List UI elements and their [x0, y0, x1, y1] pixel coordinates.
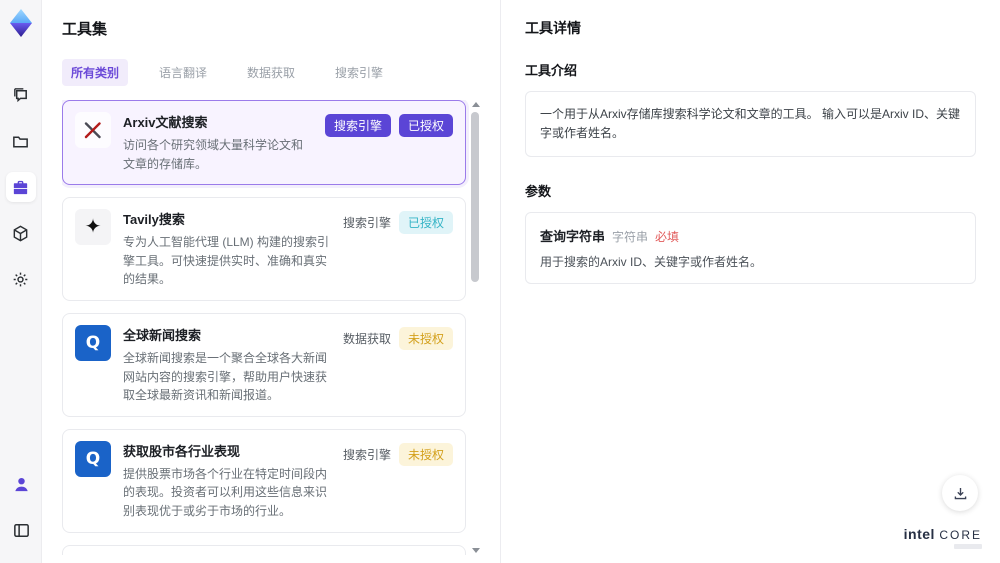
tavily-star-icon: ✦ — [75, 209, 111, 246]
category-label: 搜索引擎 — [342, 447, 391, 462]
auth-status-badge: 已授权 — [398, 114, 453, 137]
category-tabs: 所有类别 语言翻译 数据获取 搜索引擎 — [62, 59, 480, 86]
tool-name: Arxiv文献搜索 — [123, 115, 208, 130]
tool-name: Tavily搜索 — [123, 212, 185, 228]
user-icon[interactable] — [6, 469, 36, 499]
tool-detail-panel: 工具详情 工具介绍 一个用于从Arxiv存储库搜索科学论文和文章的工具。 输入可… — [500, 0, 1000, 563]
scroll-down-arrow[interactable] — [472, 548, 480, 553]
panel-toggle-icon[interactable] — [6, 515, 36, 545]
app-logo-icon — [9, 9, 32, 37]
tool-list: Arxiv文献搜索 访问各个研究领域大量科学论文和文章的存储库。 搜索引擎 已授… — [62, 100, 480, 555]
tool-card-sector-performance[interactable]: Q 获取股市各行业表现 提供股票市场各个行业在特定时间段内的表现。投资者可以利用… — [62, 428, 466, 533]
tool-description: 提供股票市场各个行业在特定时间段内的表现。投资者可以利用这些信息来识别表现优于或… — [123, 466, 328, 518]
briefcase-icon[interactable] — [5, 172, 36, 202]
arxiv-logo-icon — [75, 112, 111, 148]
tool-intro-text: 一个用于从Arxiv存储库搜索科学论文和文章的工具。 输入可以是Arxiv ID… — [525, 91, 976, 158]
icon-rail — [0, 0, 42, 563]
category-label: 搜索引擎 — [342, 216, 391, 231]
chat-icon[interactable] — [6, 80, 36, 110]
intro-heading: 工具介绍 — [525, 63, 578, 78]
intel-core-underbar — [954, 544, 982, 549]
tool-card-global-news[interactable]: Q 全球新闻搜索 全球新闻搜索是一个聚合全球各大新闻网站内容的搜索引擎，帮助用户… — [62, 312, 466, 417]
category-label: 数据获取 — [342, 331, 391, 346]
scroll-up-arrow[interactable] — [472, 102, 480, 107]
cube-icon[interactable] — [6, 218, 36, 248]
stock-q-icon: Q — [75, 440, 111, 477]
news-q-icon: Q — [75, 324, 111, 361]
tool-name: 获取股市各行业表现 — [123, 443, 241, 459]
download-button[interactable] — [942, 475, 978, 511]
page-title: 工具集 — [62, 21, 108, 38]
auth-status-badge: 未授权 — [398, 326, 453, 350]
param-type: 字符串 — [612, 230, 649, 245]
app-window: 工具集 所有类别 语言翻译 数据获取 搜索引擎 Arxiv文献搜索 访问各个研究… — [0, 0, 1000, 563]
list-scrollbar[interactable] — [470, 102, 480, 553]
params-heading: 参数 — [525, 184, 552, 200]
parameter-card: 查询字符串 字符串 必填 用于搜索的Arxiv ID、关键字或作者姓名。 — [525, 212, 976, 285]
folder-icon[interactable] — [6, 126, 36, 156]
param-required-label: 必填 — [655, 230, 680, 245]
tab-all-categories[interactable]: 所有类别 — [62, 59, 129, 86]
intel-core-logo: intel CORE — [904, 526, 982, 549]
auth-status-badge: 未授权 — [398, 442, 453, 466]
tool-card-tavily[interactable]: ✦ Tavily搜索 专为人工智能代理 (LLM) 构建的搜索引擎工具。可快速提… — [62, 197, 466, 301]
tab-data-acquisition[interactable]: 数据获取 — [238, 59, 304, 86]
category-badge: 搜索引擎 — [324, 114, 391, 137]
auth-status-badge: 已授权 — [398, 211, 453, 235]
param-description: 用于搜索的Arxiv ID、关键字或作者姓名。 — [540, 255, 763, 270]
intel-wordmark: intel — [903, 526, 935, 542]
gear-icon[interactable] — [6, 264, 36, 294]
tool-name: 全球新闻搜索 — [123, 327, 202, 343]
param-name: 查询字符串 — [540, 229, 606, 245]
tool-description: 访问各个研究领域大量科学论文和文章的存储库。 — [123, 138, 304, 171]
tool-list-panel: 工具集 所有类别 语言翻译 数据获取 搜索引擎 Arxiv文献搜索 访问各个研究… — [42, 0, 500, 563]
tool-description: 全球新闻搜索是一个聚合全球各大新闻网站内容的搜索引擎，帮助用户快速获取全球最新资… — [123, 350, 328, 403]
scrollbar-thumb[interactable] — [471, 112, 479, 282]
tool-card-active-stocks[interactable]: Q 获取市场最活跃股票信息 提供当天交易量最高的股票列表，投资者可以利用这些信息… — [62, 544, 466, 555]
detail-title: 工具详情 — [525, 20, 581, 36]
tool-card-arxiv[interactable]: Arxiv文献搜索 访问各个研究领域大量科学论文和文章的存储库。 搜索引擎 已授… — [62, 100, 466, 186]
tool-description: 专为人工智能代理 (LLM) 构建的搜索引擎工具。可快速提供实时、准确和真实的结… — [123, 235, 330, 287]
core-wordmark: CORE — [939, 528, 982, 542]
tab-language-translation[interactable]: 语言翻译 — [150, 59, 216, 86]
tab-search-engine[interactable]: 搜索引擎 — [326, 59, 392, 86]
